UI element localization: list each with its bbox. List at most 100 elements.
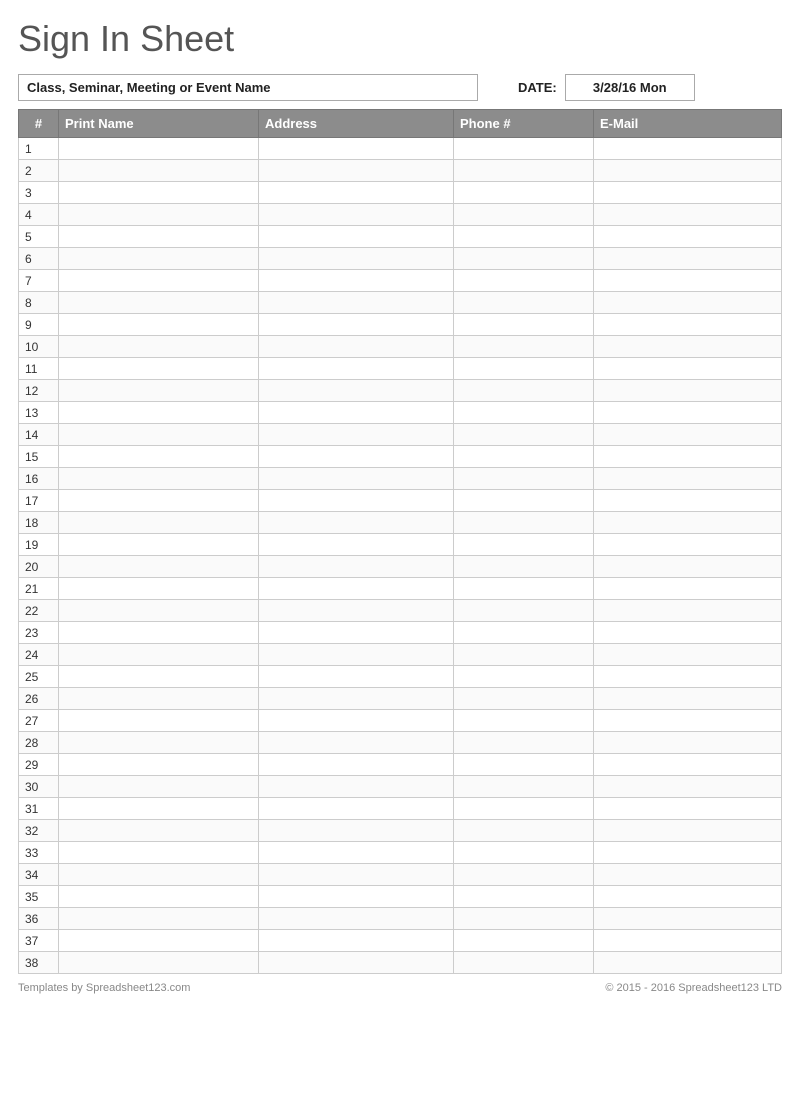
row-name[interactable] bbox=[59, 864, 259, 886]
row-phone[interactable] bbox=[454, 930, 594, 952]
row-address[interactable] bbox=[259, 314, 454, 336]
row-email[interactable] bbox=[594, 952, 782, 974]
row-name[interactable] bbox=[59, 710, 259, 732]
row-address[interactable] bbox=[259, 952, 454, 974]
row-name[interactable] bbox=[59, 182, 259, 204]
row-address[interactable] bbox=[259, 204, 454, 226]
row-email[interactable] bbox=[594, 160, 782, 182]
row-name[interactable] bbox=[59, 270, 259, 292]
row-phone[interactable] bbox=[454, 270, 594, 292]
row-address[interactable] bbox=[259, 512, 454, 534]
row-name[interactable] bbox=[59, 490, 259, 512]
row-email[interactable] bbox=[594, 622, 782, 644]
row-phone[interactable] bbox=[454, 424, 594, 446]
row-email[interactable] bbox=[594, 930, 782, 952]
row-email[interactable] bbox=[594, 380, 782, 402]
row-address[interactable] bbox=[259, 820, 454, 842]
row-email[interactable] bbox=[594, 358, 782, 380]
row-name[interactable] bbox=[59, 534, 259, 556]
row-phone[interactable] bbox=[454, 336, 594, 358]
row-phone[interactable] bbox=[454, 622, 594, 644]
row-phone[interactable] bbox=[454, 776, 594, 798]
row-address[interactable] bbox=[259, 556, 454, 578]
row-name[interactable] bbox=[59, 754, 259, 776]
row-name[interactable] bbox=[59, 402, 259, 424]
row-name[interactable] bbox=[59, 886, 259, 908]
row-phone[interactable] bbox=[454, 732, 594, 754]
row-address[interactable] bbox=[259, 688, 454, 710]
row-phone[interactable] bbox=[454, 292, 594, 314]
row-email[interactable] bbox=[594, 578, 782, 600]
row-name[interactable] bbox=[59, 248, 259, 270]
row-address[interactable] bbox=[259, 886, 454, 908]
row-address[interactable] bbox=[259, 270, 454, 292]
row-address[interactable] bbox=[259, 292, 454, 314]
row-address[interactable] bbox=[259, 336, 454, 358]
row-address[interactable] bbox=[259, 864, 454, 886]
row-phone[interactable] bbox=[454, 380, 594, 402]
row-name[interactable] bbox=[59, 226, 259, 248]
row-address[interactable] bbox=[259, 754, 454, 776]
row-address[interactable] bbox=[259, 138, 454, 160]
row-phone[interactable] bbox=[454, 402, 594, 424]
row-phone[interactable] bbox=[454, 182, 594, 204]
row-name[interactable] bbox=[59, 138, 259, 160]
row-name[interactable] bbox=[59, 600, 259, 622]
row-phone[interactable] bbox=[454, 710, 594, 732]
row-name[interactable] bbox=[59, 644, 259, 666]
row-phone[interactable] bbox=[454, 248, 594, 270]
row-name[interactable] bbox=[59, 468, 259, 490]
row-address[interactable] bbox=[259, 776, 454, 798]
row-email[interactable] bbox=[594, 446, 782, 468]
row-name[interactable] bbox=[59, 204, 259, 226]
row-phone[interactable] bbox=[454, 160, 594, 182]
row-name[interactable] bbox=[59, 424, 259, 446]
row-name[interactable] bbox=[59, 512, 259, 534]
row-email[interactable] bbox=[594, 490, 782, 512]
row-name[interactable] bbox=[59, 292, 259, 314]
row-name[interactable] bbox=[59, 622, 259, 644]
row-address[interactable] bbox=[259, 930, 454, 952]
row-name[interactable] bbox=[59, 798, 259, 820]
row-phone[interactable] bbox=[454, 754, 594, 776]
row-address[interactable] bbox=[259, 358, 454, 380]
row-phone[interactable] bbox=[454, 512, 594, 534]
row-name[interactable] bbox=[59, 160, 259, 182]
row-name[interactable] bbox=[59, 336, 259, 358]
row-email[interactable] bbox=[594, 688, 782, 710]
row-name[interactable] bbox=[59, 666, 259, 688]
row-address[interactable] bbox=[259, 160, 454, 182]
row-phone[interactable] bbox=[454, 666, 594, 688]
row-phone[interactable] bbox=[454, 534, 594, 556]
row-name[interactable] bbox=[59, 908, 259, 930]
row-phone[interactable] bbox=[454, 798, 594, 820]
row-email[interactable] bbox=[594, 512, 782, 534]
row-address[interactable] bbox=[259, 534, 454, 556]
row-phone[interactable] bbox=[454, 556, 594, 578]
row-email[interactable] bbox=[594, 710, 782, 732]
row-email[interactable] bbox=[594, 842, 782, 864]
row-phone[interactable] bbox=[454, 226, 594, 248]
row-email[interactable] bbox=[594, 204, 782, 226]
row-phone[interactable] bbox=[454, 358, 594, 380]
row-name[interactable] bbox=[59, 446, 259, 468]
row-email[interactable] bbox=[594, 270, 782, 292]
row-email[interactable] bbox=[594, 908, 782, 930]
row-email[interactable] bbox=[594, 336, 782, 358]
row-phone[interactable] bbox=[454, 314, 594, 336]
row-address[interactable] bbox=[259, 182, 454, 204]
row-email[interactable] bbox=[594, 666, 782, 688]
row-address[interactable] bbox=[259, 842, 454, 864]
row-name[interactable] bbox=[59, 314, 259, 336]
row-address[interactable] bbox=[259, 380, 454, 402]
row-email[interactable] bbox=[594, 600, 782, 622]
row-address[interactable] bbox=[259, 710, 454, 732]
row-email[interactable] bbox=[594, 776, 782, 798]
row-phone[interactable] bbox=[454, 820, 594, 842]
row-phone[interactable] bbox=[454, 138, 594, 160]
row-name[interactable] bbox=[59, 952, 259, 974]
row-email[interactable] bbox=[594, 886, 782, 908]
row-address[interactable] bbox=[259, 468, 454, 490]
row-email[interactable] bbox=[594, 754, 782, 776]
row-email[interactable] bbox=[594, 644, 782, 666]
